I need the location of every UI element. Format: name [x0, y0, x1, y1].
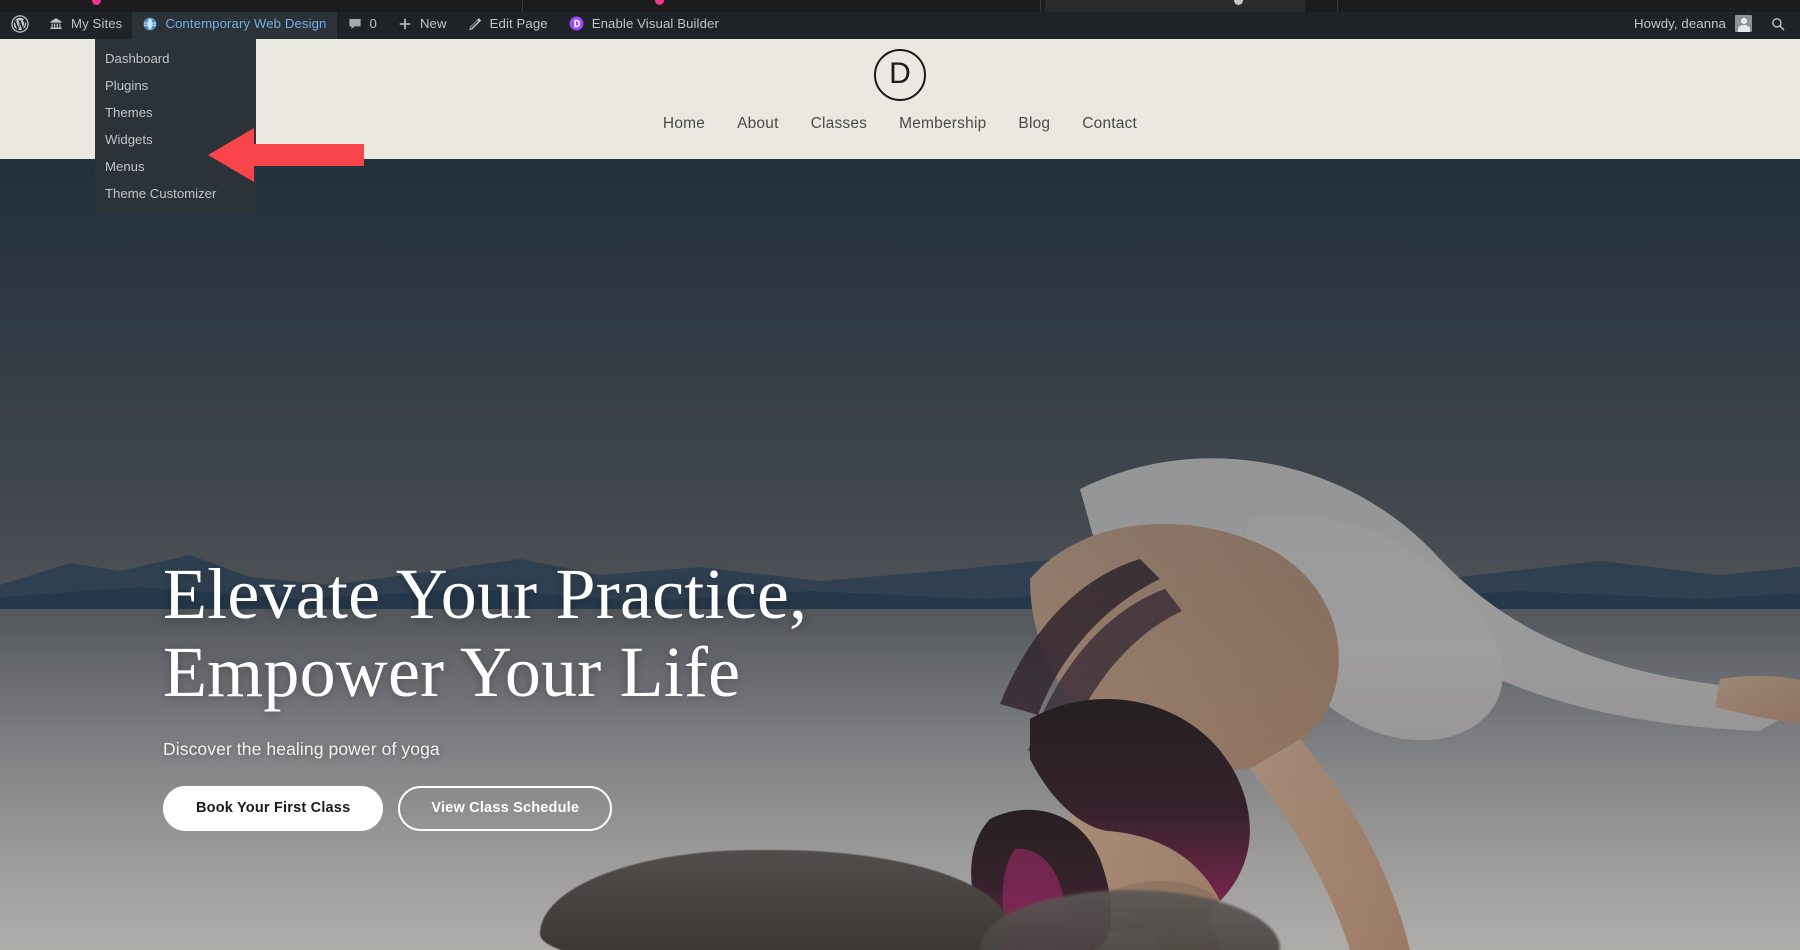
avatar — [1735, 15, 1752, 32]
admin-bar-label: New — [419, 15, 447, 31]
tab-divider — [1337, 0, 1338, 12]
admin-bar-item-edit-page[interactable]: Edit Page — [457, 8, 558, 39]
hero-section: Elevate Your Practice, Empower Your Life… — [0, 159, 1800, 950]
site-globe-icon — [142, 16, 158, 32]
divi-circle-logo[interactable]: D — [874, 49, 926, 101]
admin-bar-label: Enable Visual Builder — [591, 15, 719, 31]
hero-title: Elevate Your Practice, Empower Your Life — [163, 555, 1023, 712]
hero-title-line-2: Empower Your Life — [163, 632, 741, 713]
primary-navigation: Home About Classes Membership Blog Conta… — [647, 115, 1153, 133]
tab-divider — [1040, 0, 1041, 12]
nav-item-home[interactable]: Home — [647, 115, 721, 133]
hero-cta-group: Book Your First Class View Class Schedul… — [163, 785, 1023, 831]
menu-item-plugins[interactable]: Plugins — [95, 72, 256, 99]
menu-item-themes[interactable]: Themes — [95, 99, 256, 126]
tab-favicon-icon — [655, 0, 664, 5]
nav-item-blog[interactable]: Blog — [1002, 115, 1066, 133]
nav-item-contact[interactable]: Contact — [1066, 115, 1153, 133]
admin-bar-item-visual-builder[interactable]: Enable Visual Builder — [558, 8, 729, 39]
wordpress-admin-bar: My Sites Contemporary Web Design 0 New E — [0, 8, 1800, 39]
wordpress-logo-icon — [11, 14, 29, 33]
tab-divider — [522, 0, 523, 12]
admin-bar-right-group: Howdy, deanna — [1620, 8, 1800, 39]
tab-favicon-icon — [92, 0, 101, 5]
admin-bar-search-button[interactable] — [1764, 8, 1800, 39]
view-class-schedule-button[interactable]: View Class Schedule — [398, 785, 613, 831]
nav-item-classes[interactable]: Classes — [795, 115, 884, 133]
pencil-icon — [467, 16, 483, 32]
plus-icon — [397, 16, 413, 32]
site-admin-dropdown-menu: Dashboard Plugins Themes Widgets Menus T… — [95, 39, 256, 214]
annotation-arrow-icon — [208, 128, 364, 182]
admin-bar-label: Contemporary Web Design — [165, 15, 327, 31]
comment-bubble-icon — [347, 16, 363, 32]
browser-tab-strip[interactable] — [0, 0, 1800, 12]
hero-content: Elevate Your Practice, Empower Your Life… — [163, 555, 1023, 831]
hero-subtitle: Discover the healing power of yoga — [163, 738, 440, 759]
comment-count: 0 — [369, 15, 377, 31]
hero-title-line-1: Elevate Your Practice, — [163, 554, 808, 634]
nav-item-about[interactable]: About — [721, 115, 795, 133]
book-first-class-button[interactable]: Book Your First Class — [163, 785, 384, 831]
admin-bar-item-current-site[interactable]: Contemporary Web Design — [132, 8, 337, 39]
nav-item-membership[interactable]: Membership — [883, 115, 1002, 133]
sites-network-icon — [48, 16, 64, 32]
account-menu[interactable]: Howdy, deanna — [1620, 8, 1764, 39]
admin-bar-label: Edit Page — [489, 15, 548, 31]
admin-bar-item-my-sites[interactable]: My Sites — [38, 8, 132, 39]
logo-letter: D — [889, 57, 911, 90]
admin-bar-label: My Sites — [71, 15, 123, 31]
wordpress-logo-button[interactable] — [0, 8, 38, 39]
search-icon — [1770, 16, 1786, 32]
browser-tab-inactive[interactable] — [1045, 0, 1305, 12]
menu-item-dashboard[interactable]: Dashboard — [95, 45, 256, 72]
howdy-greeting: Howdy, deanna — [1634, 16, 1726, 31]
admin-bar-item-comments[interactable]: 0 — [337, 8, 387, 39]
admin-bar-item-new[interactable]: New — [387, 8, 457, 39]
menu-item-theme-customizer[interactable]: Theme Customizer — [95, 180, 256, 207]
divi-logo-icon — [568, 15, 585, 32]
admin-bar-left-group: My Sites Contemporary Web Design 0 New E — [0, 8, 729, 39]
